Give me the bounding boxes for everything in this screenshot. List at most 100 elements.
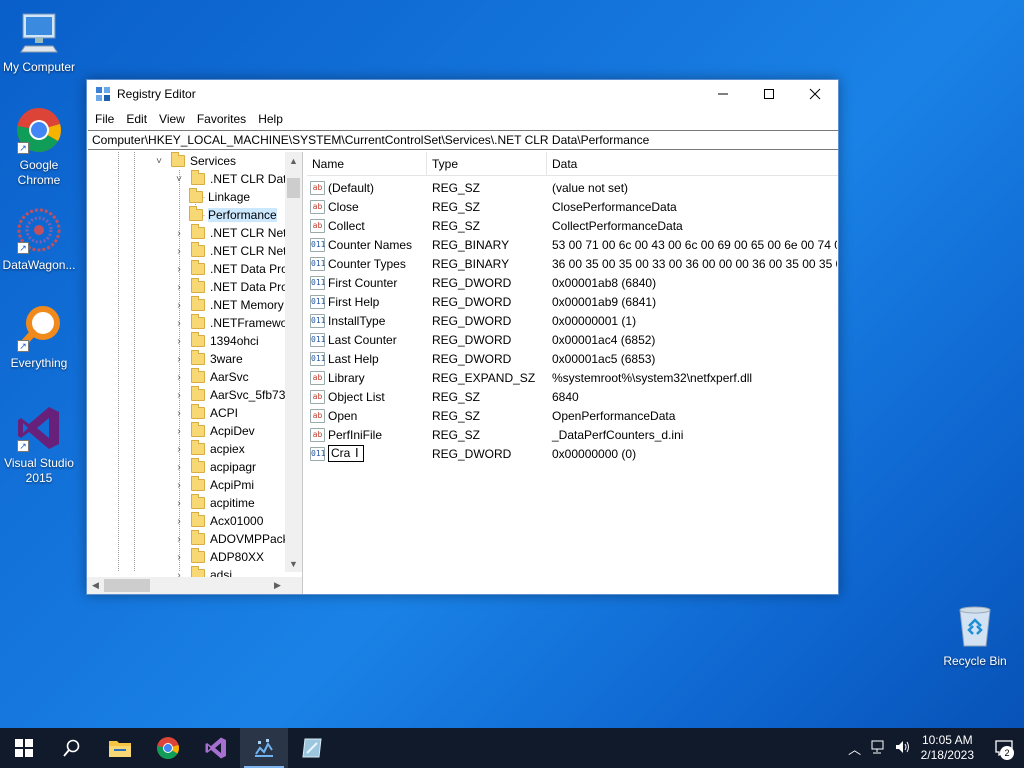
menu-view[interactable]: View [153,112,191,126]
start-button[interactable] [0,728,48,768]
tree-item[interactable]: › 3ware [173,350,243,368]
value-row[interactable]: 011 First Counter REG_DWORD 0x00001ab8 (684… [307,273,838,292]
collapsed-chevron-icon[interactable]: › [173,368,185,386]
taskbar-visual-studio[interactable] [192,728,240,768]
collapsed-chevron-icon[interactable]: › [173,422,185,440]
scroll-up-arrow-icon[interactable]: ▲ [285,152,302,169]
taskbar-chrome[interactable] [144,728,192,768]
desktop-icon-my-computer[interactable]: My Computer [0,8,78,75]
tree-item[interactable]: Linkage [189,188,250,206]
column-header-name[interactable]: Name [307,152,427,176]
collapsed-chevron-icon[interactable]: › [173,278,185,296]
tree-item[interactable]: › .NET Data Prov [173,278,294,296]
address-bar[interactable]: Computer\HKEY_LOCAL_MACHINE\SYSTEM\Curre… [88,130,838,150]
desktop-icon-everything[interactable]: ↗ Everything [0,304,78,371]
column-header-data[interactable]: Data [547,152,837,176]
value-row[interactable]: 011 Counter Names REG_BINARY 53 00 71 00 6c… [307,235,838,254]
tree-item[interactable]: › AcpiDev [173,422,255,440]
value-row[interactable]: 011 First Help REG_DWORD 0x00001ab9 (6841) [307,292,838,311]
close-button[interactable] [792,80,838,108]
value-row[interactable]: ab Object List REG_SZ 6840 [307,387,838,406]
tree-horizontal-scrollbar[interactable]: ◀ ▶ [87,577,302,594]
menu-help[interactable]: Help [252,112,289,126]
collapsed-chevron-icon[interactable]: › [173,242,185,260]
tree-item[interactable]: › ADOVMPPack [173,530,289,548]
tree-item[interactable]: › acpiex [173,440,245,458]
scrollbar-thumb[interactable] [287,178,300,198]
value-row[interactable]: 011 Cra REG_DWORD 0x00000000 (0) [307,444,838,463]
tree-item[interactable]: › AcpiPmi [173,476,254,494]
tree-item[interactable]: › ACPI [173,404,238,422]
collapsed-chevron-icon[interactable]: › [173,350,185,368]
collapsed-chevron-icon[interactable]: › [173,224,185,242]
tree-item[interactable]: › ADP80XX [173,548,264,566]
menu-favorites[interactable]: Favorites [191,112,252,126]
scroll-right-arrow-icon[interactable]: ▶ [269,577,286,594]
collapsed-chevron-icon[interactable]: › [173,332,185,350]
clock[interactable]: 10:05 AM 2/18/2023 [921,733,974,763]
tree-item[interactable]: › acpitime [173,494,255,512]
tree-item[interactable]: ˅ Services [153,152,236,170]
collapsed-chevron-icon[interactable]: › [173,296,185,314]
tree-item[interactable]: › .NET Data Prov [173,260,294,278]
desktop-icon-visual-studio[interactable]: ↗ Visual Studio 2015 [0,404,78,486]
collapsed-chevron-icon[interactable]: › [173,440,185,458]
chevron-up-icon[interactable]: ︿ [845,739,865,758]
tree-item[interactable]: › Acx01000 [173,512,263,530]
desktop-icon-datawagon[interactable]: ↗ DataWagon... [0,206,78,273]
minimize-button[interactable] [700,80,746,108]
taskbar-datawagon[interactable] [240,728,288,768]
value-row[interactable]: 011 Last Help REG_DWORD 0x00001ac5 (6853) [307,349,838,368]
collapsed-chevron-icon[interactable]: › [173,476,185,494]
value-row[interactable]: ab Open REG_SZ OpenPerformanceData [307,406,838,425]
column-header-type[interactable]: Type [427,152,547,176]
value-row[interactable]: ab (Default) REG_SZ (value not set) [307,178,838,197]
collapsed-chevron-icon[interactable]: › [173,260,185,278]
tree-item[interactable]: › acpipagr [173,458,256,476]
tree-item[interactable]: › .NETFramewor [173,314,291,332]
tree-item[interactable]: › 1394ohci [173,332,259,350]
collapsed-chevron-icon[interactable]: › [173,458,185,476]
value-row[interactable]: ab Close REG_SZ ClosePerformanceData [307,197,838,216]
scroll-down-arrow-icon[interactable]: ▼ [285,555,302,572]
tree-item[interactable]: Performance [189,206,277,224]
maximize-button[interactable] [746,80,792,108]
value-name: Collect [328,218,365,233]
collapsed-chevron-icon[interactable]: › [173,548,185,566]
tree-item[interactable]: › .NET Memory [173,296,284,314]
value-row[interactable]: ab Library REG_EXPAND_SZ %systemroot%\syste… [307,368,838,387]
taskbar-file-explorer[interactable] [96,728,144,768]
menu-file[interactable]: File [89,112,120,126]
collapsed-chevron-icon[interactable]: › [173,494,185,512]
collapsed-chevron-icon[interactable]: › [173,512,185,530]
collapsed-chevron-icon[interactable]: › [173,386,185,404]
value-row[interactable]: 011 InstallType REG_DWORD 0x00000001 (1) [307,311,838,330]
network-icon[interactable] [869,740,889,757]
value-row[interactable]: ab PerfIniFile REG_SZ _DataPerfCounters_d.i… [307,425,838,444]
taskbar-app-tile[interactable] [288,728,336,768]
menu-edit[interactable]: Edit [120,112,153,126]
collapsed-chevron-icon[interactable]: › [173,404,185,422]
title-bar[interactable]: Registry Editor [87,80,838,108]
notification-center-button[interactable]: 2 [984,728,1024,768]
datawagon-icon: ↗ [15,206,63,254]
collapsed-chevron-icon[interactable]: › [173,530,185,548]
expanded-chevron-icon[interactable]: ˅ [173,170,185,188]
search-button[interactable] [48,728,96,768]
tree-item[interactable]: › AarSvc [173,368,249,386]
tree-item[interactable]: › AarSvc_5fb73 [173,386,285,404]
tree-item[interactable]: ˅ .NET CLR Data [173,170,293,188]
tree-item[interactable]: › .NET CLR Netw [173,242,295,260]
expanded-chevron-icon[interactable]: ˅ [153,152,165,170]
desktop-icon-google-chrome[interactable]: ↗ Google Chrome [0,106,78,188]
tree-item[interactable]: › .NET CLR Netw [173,224,295,242]
collapsed-chevron-icon[interactable]: › [173,314,185,332]
value-row[interactable]: ab Collect REG_SZ CollectPerformanceData [307,216,838,235]
scroll-left-arrow-icon[interactable]: ◀ [87,577,104,594]
desktop-icon-recycle-bin[interactable]: Recycle Bin [936,602,1014,669]
tree-vertical-scrollbar[interactable]: ▲ ▼ [285,152,302,572]
volume-icon[interactable] [893,740,913,757]
value-row[interactable]: 011 Counter Types REG_BINARY 36 00 35 00 35… [307,254,838,273]
value-row[interactable]: 011 Last Counter REG_DWORD 0x00001ac4 (6852… [307,330,838,349]
scrollbar-thumb[interactable] [104,579,150,592]
